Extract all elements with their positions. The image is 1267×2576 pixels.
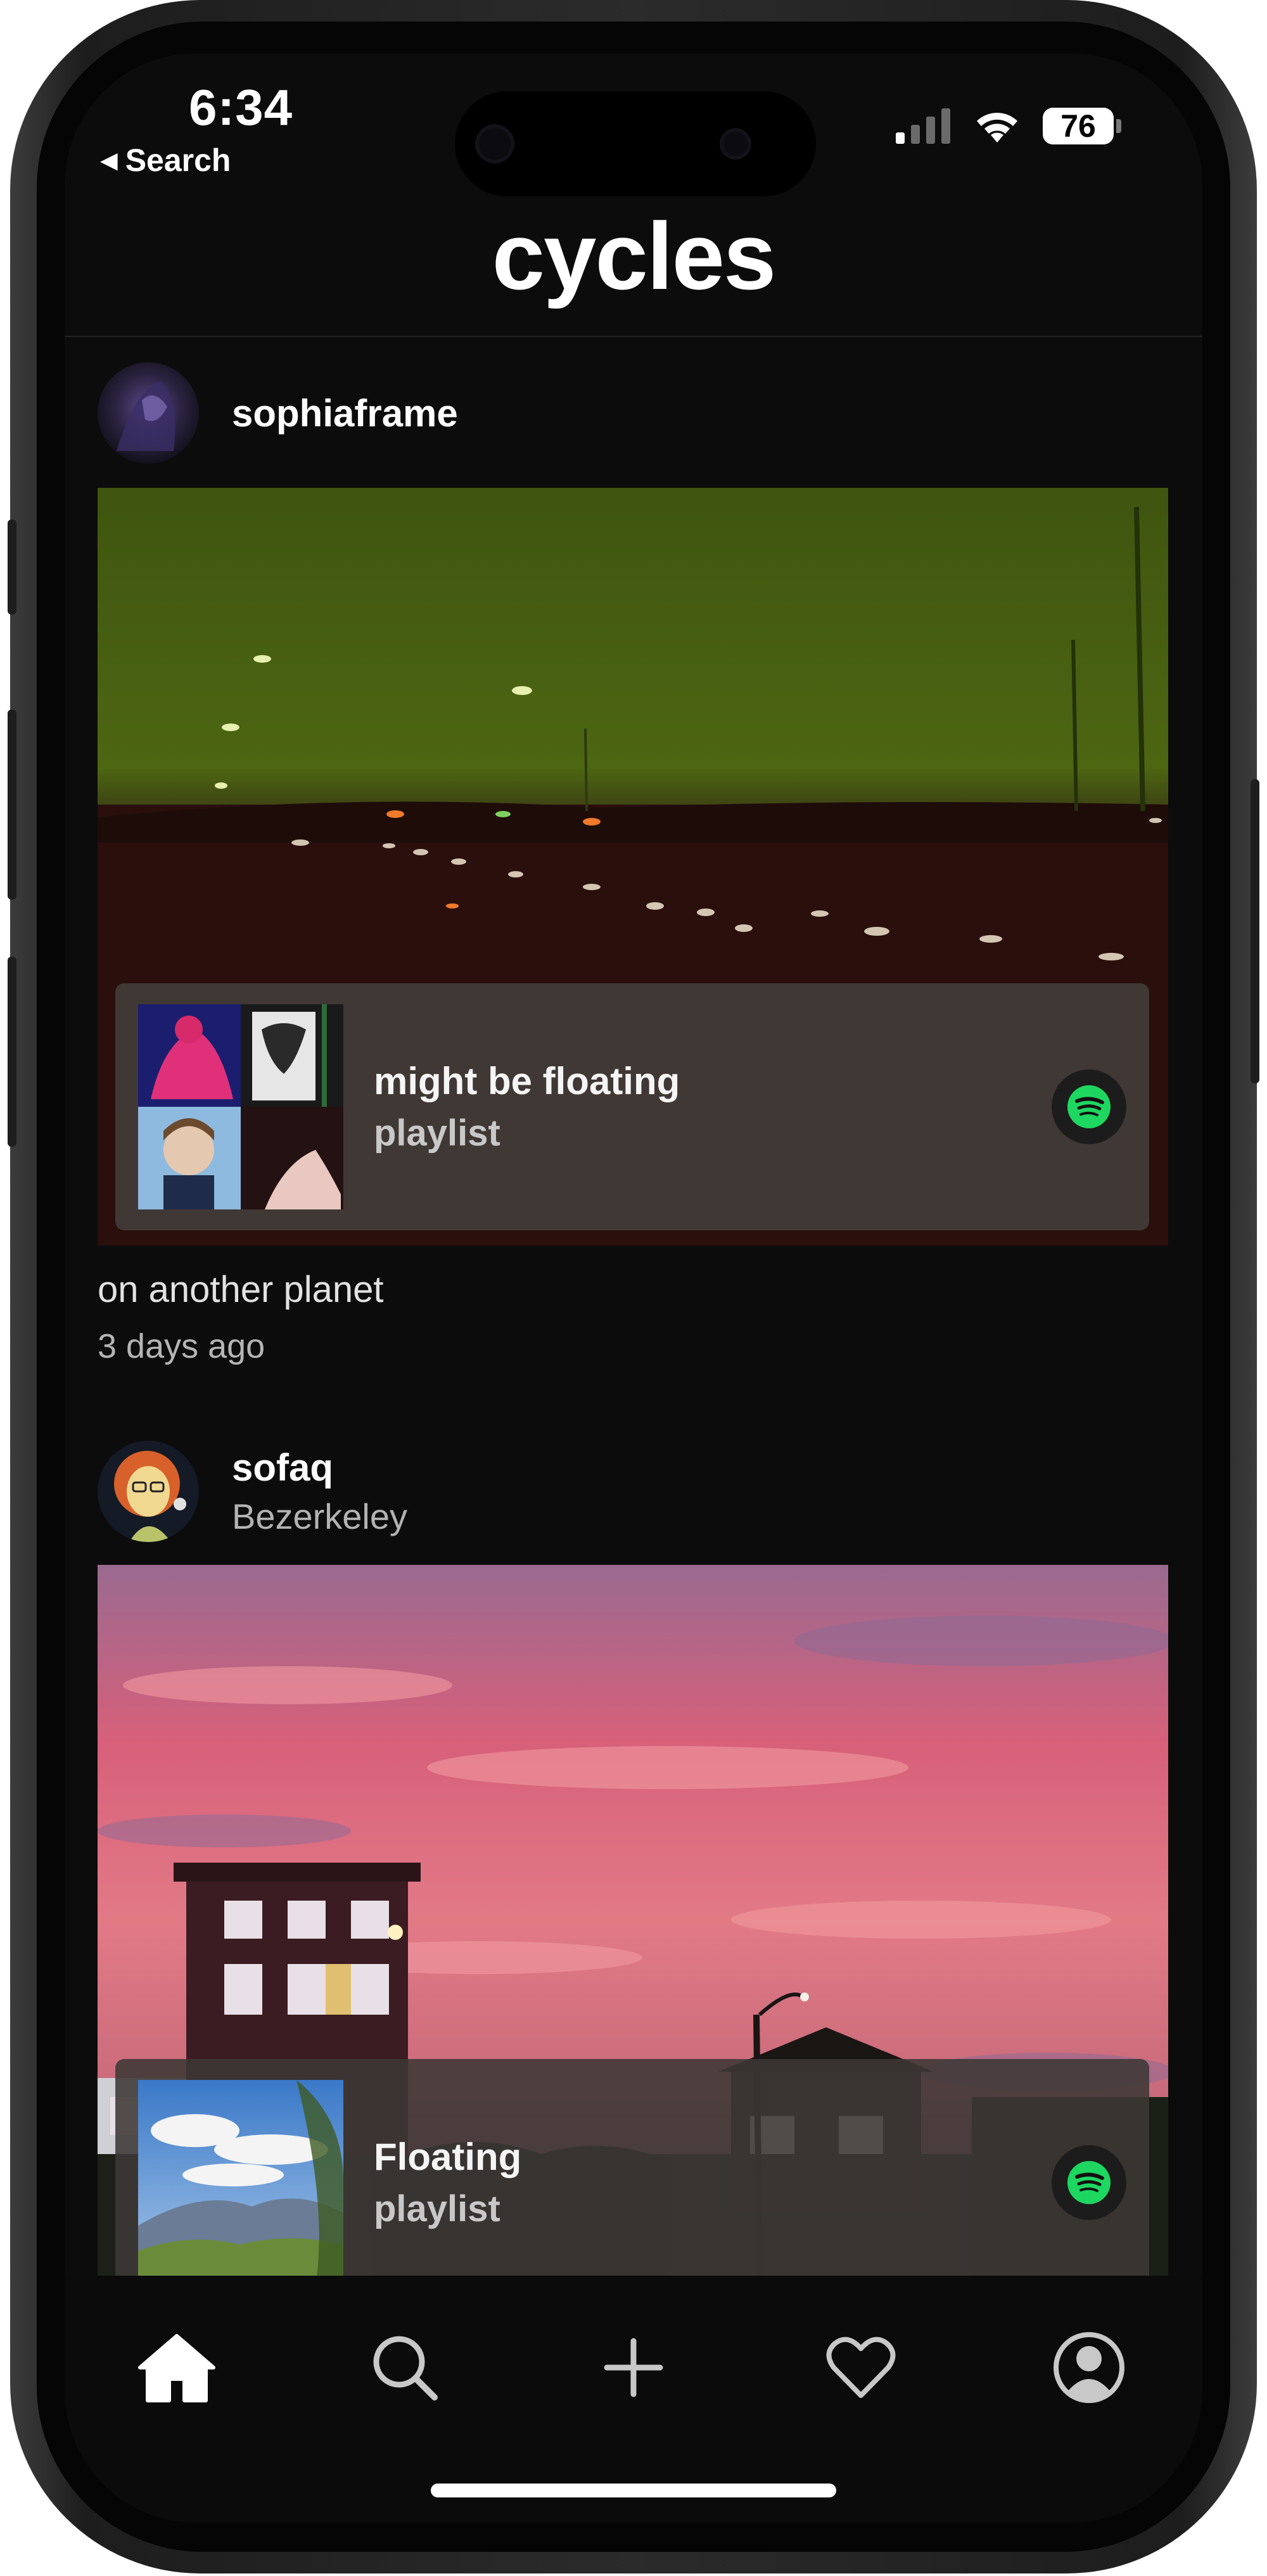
power-button	[1251, 779, 1259, 1083]
playlist-card[interactable]: might be floating playlist	[115, 983, 1149, 1230]
battery-level: 76	[1060, 108, 1096, 144]
status-icons: 76	[896, 108, 1121, 144]
playlist-title: might be floating	[374, 1060, 680, 1102]
volume-up-button	[8, 710, 16, 900]
playlist-card[interactable]: Floating playlist	[115, 2059, 1149, 2276]
playlist-title: Floating	[374, 2136, 522, 2178]
playlist-cover	[138, 2080, 343, 2276]
status-time: 6:34	[189, 79, 293, 136]
battery-icon: 76	[1043, 108, 1114, 144]
avatar[interactable]	[98, 362, 199, 464]
post-location[interactable]: Bezerkeley	[232, 1496, 407, 1537]
spotify-icon[interactable]	[1052, 1069, 1126, 1144]
playlist-type: playlist	[374, 1113, 500, 1154]
tab-home[interactable]	[136, 2326, 218, 2409]
tab-likes[interactable]	[820, 2326, 902, 2409]
header-divider	[65, 336, 1202, 337]
volume-down-button	[8, 957, 16, 1147]
battery-cap	[1116, 119, 1121, 133]
plus-icon	[604, 2338, 663, 2397]
spotify-icon[interactable]	[1052, 2145, 1126, 2220]
username[interactable]: sophiaframe	[232, 392, 458, 435]
back-label: Search	[125, 143, 231, 178]
user-text: sophiaframe	[232, 392, 458, 435]
user-text: sofaq Bezerkeley	[232, 1446, 407, 1537]
back-arrow-icon: ◀	[100, 147, 118, 173]
tab-profile[interactable]	[1048, 2326, 1130, 2409]
home-icon	[138, 2334, 215, 2402]
tab-create[interactable]	[592, 2326, 675, 2409]
tab-search[interactable]	[364, 2326, 446, 2409]
dynamic-island	[455, 91, 816, 196]
mute-switch	[8, 520, 16, 615]
avatar[interactable]	[98, 1441, 199, 1542]
home-indicator[interactable]	[431, 2484, 836, 2497]
heart-icon	[826, 2337, 896, 2398]
signal-icon	[896, 108, 950, 144]
post-timestamp: 3 days ago	[98, 1327, 265, 1365]
screen: 6:34 ◀ Search 76 cycles sophiaframe migh…	[65, 53, 1202, 2523]
playlist-cover	[138, 1004, 343, 1209]
playlist-text: might be floating playlist	[374, 1059, 1052, 1154]
post-author[interactable]: sofaq Bezerkeley	[98, 1441, 407, 1542]
search-icon	[373, 2336, 438, 2401]
sensor-icon	[720, 128, 751, 160]
playlist-text: Floating playlist	[374, 2135, 1052, 2230]
post-author[interactable]: sophiaframe	[98, 362, 458, 464]
camera-icon	[475, 124, 514, 163]
app-title: cycles	[492, 203, 777, 309]
profile-icon	[1054, 2332, 1124, 2403]
post-photo[interactable]: Floating playlist	[98, 1565, 1168, 2276]
post-photo[interactable]: might be floating playlist	[98, 488, 1168, 1246]
playlist-type: playlist	[374, 2188, 500, 2229]
post-caption: on another planet	[98, 1269, 384, 1310]
username[interactable]: sofaq	[232, 1446, 407, 1489]
back-to-search-button[interactable]: ◀ Search	[100, 142, 231, 179]
wifi-icon	[977, 113, 1017, 143]
